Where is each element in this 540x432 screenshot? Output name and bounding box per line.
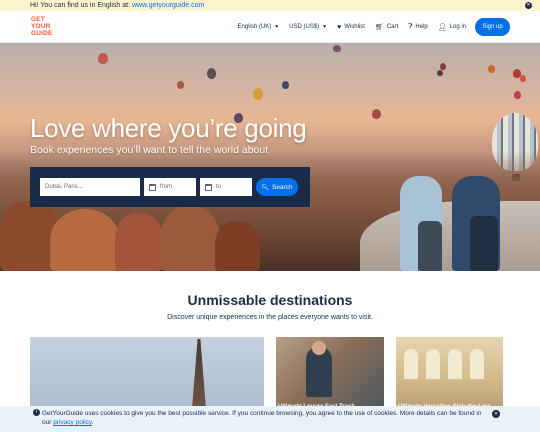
hot-air-balloon bbox=[440, 63, 446, 70]
hot-air-balloon bbox=[520, 75, 526, 82]
from-placeholder: from bbox=[160, 184, 172, 190]
chevron-down-icon: ▼ bbox=[322, 24, 328, 30]
help-link[interactable]: ❓︎ Help bbox=[408, 23, 428, 31]
eiffel-tower-image bbox=[192, 339, 206, 409]
currency-selector[interactable]: USD (US$) ▼ bbox=[289, 24, 327, 30]
cookie-end: . bbox=[91, 419, 94, 426]
cart-link[interactable]: 🛒︎ Cart bbox=[375, 23, 398, 31]
hot-air-balloon bbox=[437, 70, 443, 76]
window-arch bbox=[448, 349, 462, 379]
destinations-title: Unmissable destinations bbox=[187, 292, 353, 308]
language-notice-bar: Hi! You can find us in English at: www.g… bbox=[0, 0, 540, 11]
cart-label: Cart bbox=[386, 24, 399, 30]
window-arch bbox=[404, 349, 418, 379]
search-icon: 🔍︎ bbox=[261, 184, 269, 191]
calendar-icon bbox=[149, 183, 156, 191]
wishlist-label: Wishlist bbox=[344, 24, 365, 30]
cookie-text: GetYourGuide uses cookies to give you th… bbox=[33, 409, 492, 427]
destination-input[interactable]: Dubai, Paris... bbox=[40, 178, 140, 196]
heart-icon: ♥ bbox=[337, 23, 342, 31]
hero-section: Love where you’re going Book experiences… bbox=[0, 43, 540, 271]
destination-placeholder: Dubai, Paris... bbox=[45, 184, 83, 190]
cookie-banner: i GetYourGuide uses cookies to give you … bbox=[0, 406, 540, 432]
user-icon: 👤︎ bbox=[437, 24, 447, 31]
site-header: GET YOUR GUIDE English (UK) ▼ USD (US$) … bbox=[0, 11, 540, 43]
window-arch bbox=[426, 349, 440, 379]
search-button-label: Search bbox=[272, 183, 293, 191]
info-icon: i bbox=[33, 409, 40, 416]
login-link[interactable]: 👤︎ Log in bbox=[438, 23, 466, 31]
logo-line: GUIDE bbox=[31, 30, 53, 37]
privacy-policy-link[interactable]: privacy policy bbox=[53, 419, 92, 426]
to-placeholder: to bbox=[216, 184, 222, 190]
rock-formation bbox=[160, 205, 220, 271]
logo-line: YOUR bbox=[31, 23, 51, 30]
backpack bbox=[470, 216, 498, 271]
notice-text: Hi! You can find us in English at: bbox=[30, 2, 131, 9]
hot-air-balloon bbox=[98, 53, 108, 64]
guide-head bbox=[312, 341, 326, 355]
to-date-input[interactable]: to bbox=[200, 178, 252, 196]
destinations-subtitle: Discover unique experiences in the place… bbox=[167, 314, 373, 321]
calendar-icon bbox=[205, 183, 212, 191]
hot-air-balloon bbox=[282, 81, 289, 89]
header-nav: English (UK) ▼ USD (US$) ▼ ♥ Wishlist 🛒︎… bbox=[228, 17, 510, 37]
hero-subtitle: Book experiences you’ll want to tell the… bbox=[30, 144, 269, 156]
chevron-down-icon: ▼ bbox=[274, 24, 280, 30]
currency-label: USD (US$) bbox=[289, 24, 320, 30]
cookie-message: GetYourGuide uses cookies to give you th… bbox=[42, 410, 482, 426]
hot-air-balloon bbox=[514, 91, 521, 99]
search-box: Dubai, Paris... from to 🔍︎ Search bbox=[30, 167, 310, 207]
hot-air-balloon bbox=[253, 88, 263, 100]
login-label: Log in bbox=[449, 24, 466, 30]
hot-air-balloon bbox=[333, 45, 341, 52]
rock-formation bbox=[50, 209, 120, 271]
rock-formation bbox=[115, 213, 163, 271]
brand-logo[interactable]: GET YOUR GUIDE bbox=[31, 16, 57, 37]
language-label: English (UK) bbox=[237, 24, 272, 30]
window-arch bbox=[470, 349, 484, 379]
wishlist-link[interactable]: ♥ Wishlist bbox=[337, 24, 365, 31]
language-selector[interactable]: English (UK) ▼ bbox=[238, 24, 280, 30]
backpack bbox=[418, 221, 442, 271]
hot-air-balloon bbox=[177, 81, 184, 89]
from-date-input[interactable]: from bbox=[144, 178, 196, 196]
help-label: Help bbox=[415, 24, 428, 30]
hot-air-balloon bbox=[372, 109, 381, 119]
help-icon: ❓︎ bbox=[408, 23, 413, 30]
rock-formation bbox=[215, 221, 260, 271]
signup-button[interactable]: Sign up bbox=[475, 18, 510, 36]
close-icon[interactable]: ✕ bbox=[525, 2, 532, 9]
hero-title: Love where you’re going bbox=[30, 113, 307, 143]
hot-air-balloon bbox=[488, 65, 495, 73]
notice-link[interactable]: www.getyourguide.com bbox=[132, 2, 204, 9]
search-button[interactable]: 🔍︎ Search bbox=[256, 178, 298, 196]
hot-air-balloon bbox=[207, 68, 216, 79]
cart-icon: 🛒︎ bbox=[374, 24, 384, 31]
logo-line: GET bbox=[31, 16, 45, 23]
close-icon[interactable]: ✕ bbox=[492, 410, 500, 418]
